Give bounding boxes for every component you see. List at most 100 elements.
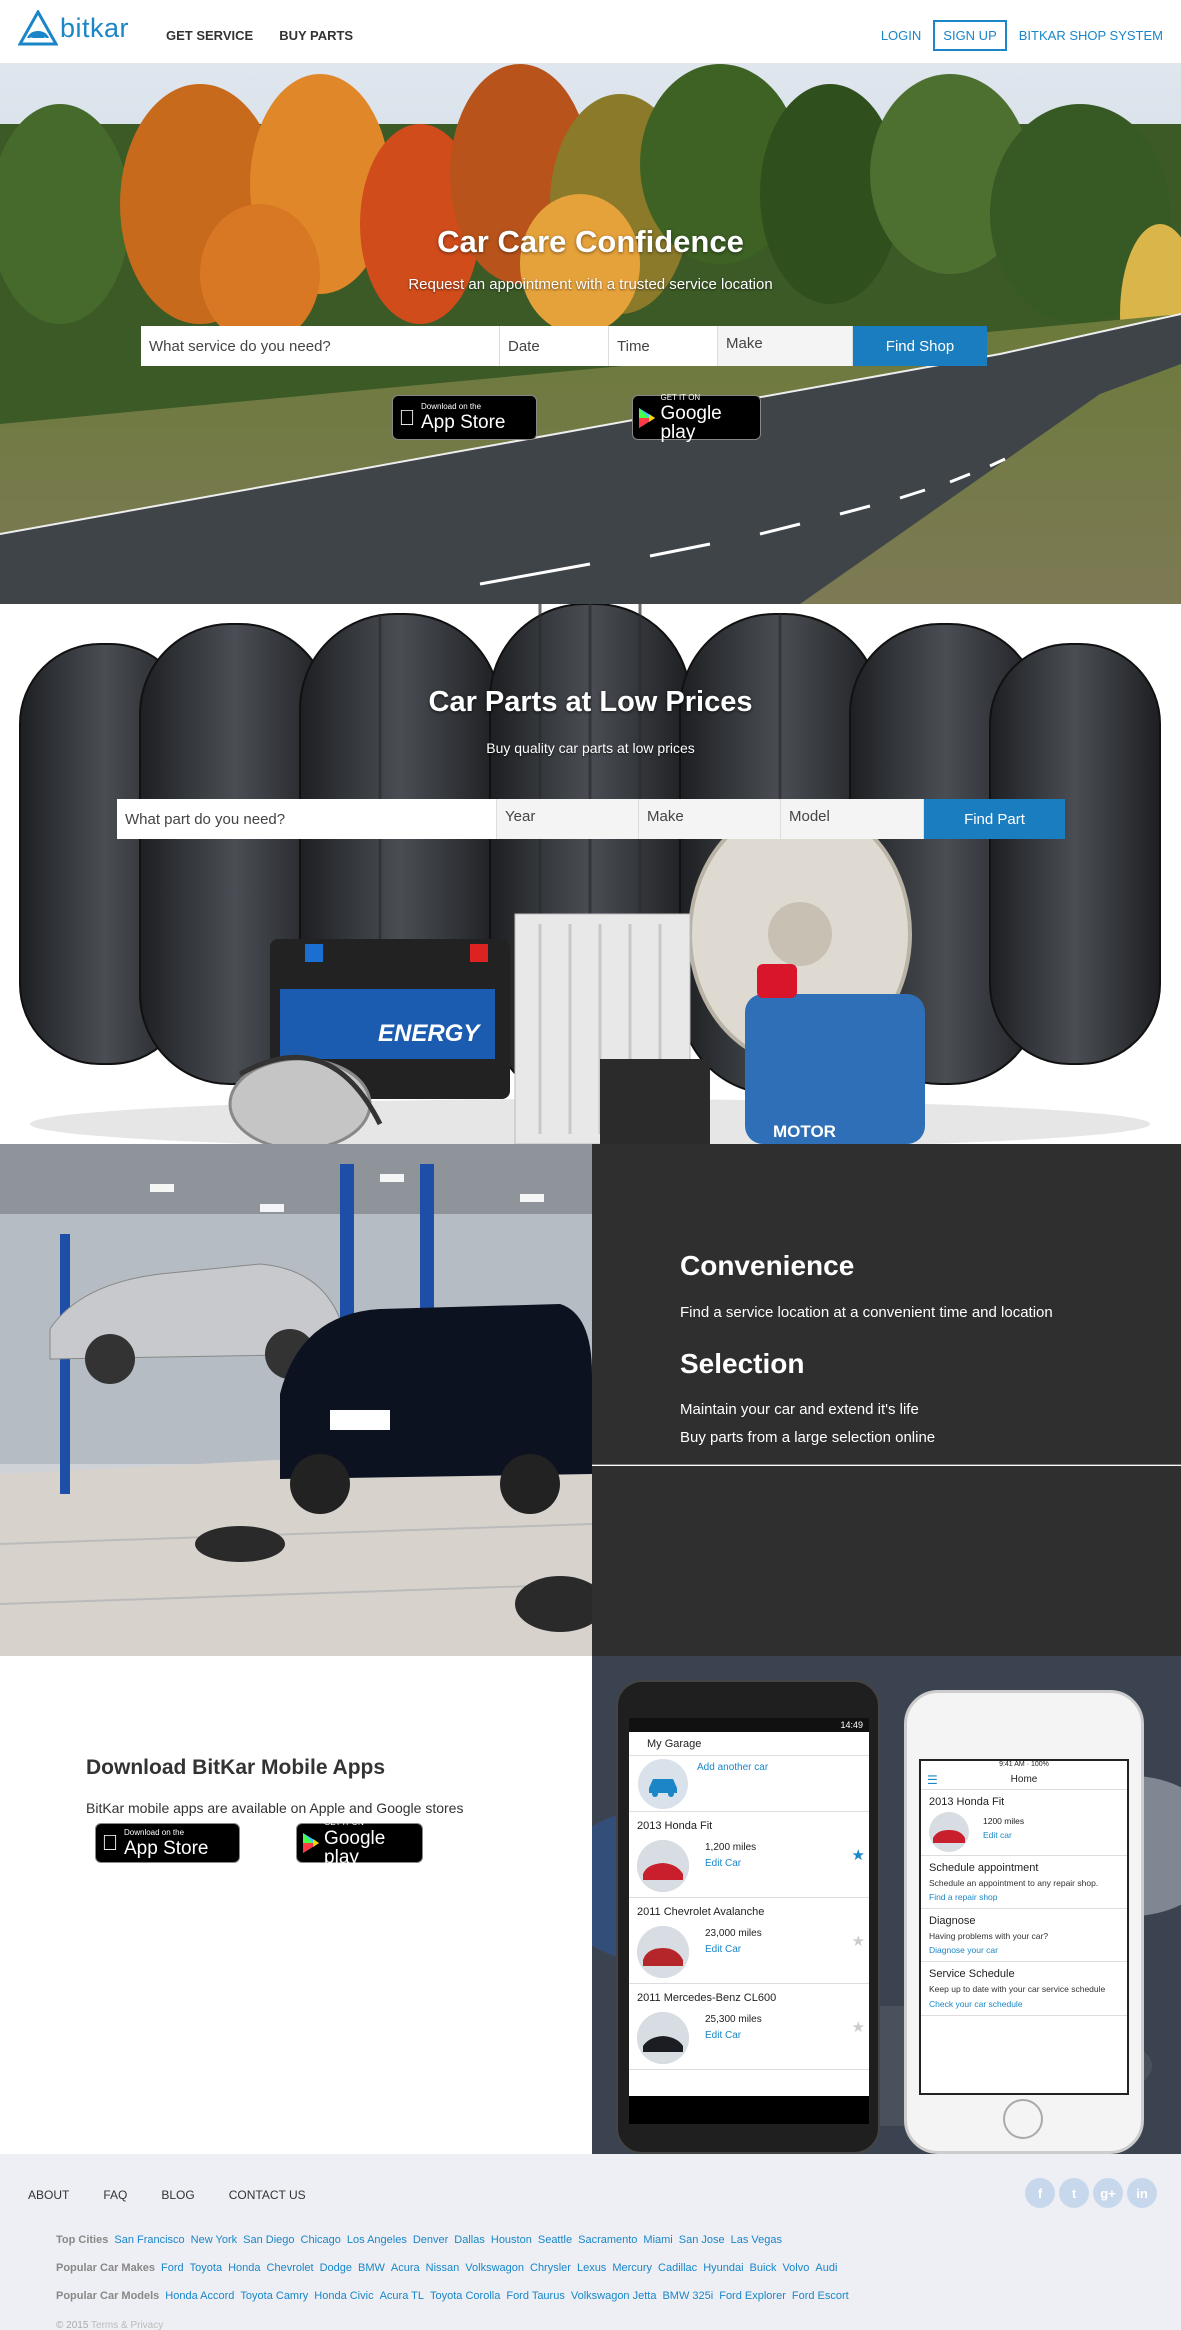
- car-model-link[interactable]: BMW 325i: [662, 2290, 713, 2302]
- car-make-link[interactable]: Volvo: [782, 2262, 809, 2274]
- car-model-link[interactable]: Toyota Corolla: [430, 2290, 500, 2302]
- google-plus-icon[interactable]: g+: [1093, 2178, 1123, 2208]
- app-store-badge-2[interactable]:  Download on theApp Store: [95, 1823, 240, 1863]
- nav-get-service[interactable]: GET SERVICE: [166, 28, 253, 43]
- city-link[interactable]: Las Vegas: [731, 2234, 782, 2246]
- convenience-title: Convenience: [680, 1250, 855, 1281]
- city-link[interactable]: Chicago: [301, 2234, 341, 2246]
- car-makes-row: Popular Car Makes Ford Toyota Honda Chevrol…: [56, 2262, 838, 2274]
- add-car-row[interactable]: Add another car: [629, 1756, 869, 1812]
- star-empty-icon[interactable]: ★: [852, 1932, 865, 1950]
- car-make-link[interactable]: Dodge: [320, 2262, 352, 2274]
- hamburger-menu-icon[interactable]: ☰: [927, 1770, 938, 1790]
- signup-button[interactable]: SIGN UP: [933, 20, 1007, 51]
- footer-about-link[interactable]: ABOUT: [28, 2188, 69, 2202]
- car-make-link[interactable]: BMW: [358, 2262, 385, 2274]
- car-make-link[interactable]: Lexus: [577, 2262, 606, 2274]
- brand-name: bitkar: [60, 12, 130, 43]
- city-link[interactable]: San Jose: [679, 2234, 725, 2246]
- brand-logo[interactable]: bitkar: [18, 10, 129, 46]
- part-input[interactable]: What part do you need?: [117, 799, 497, 839]
- make-select[interactable]: Make: [718, 326, 853, 366]
- car-model-link[interactable]: Toyota Camry: [240, 2290, 308, 2302]
- car-make-link[interactable]: Ford: [161, 2262, 184, 2274]
- terms-link[interactable]: Terms & Privacy: [91, 2320, 163, 2330]
- shop-system-link[interactable]: BITKAR SHOP SYSTEM: [1019, 28, 1163, 43]
- car-make-link[interactable]: Nissan: [426, 2262, 460, 2274]
- parts-hero: ENERGY MOTOR Car Parts at Low Prices Buy…: [0, 604, 1181, 1144]
- car-make-link[interactable]: Acura: [391, 2262, 420, 2274]
- iphone-screen: 9:41 AM · 100% ☰ Home 2013 Honda Fit 120…: [919, 1759, 1129, 2095]
- footer-contact-link[interactable]: CONTACT US: [229, 2188, 306, 2202]
- city-link[interactable]: New York: [191, 2234, 237, 2246]
- car-make-link[interactable]: Hyundai: [703, 2262, 743, 2274]
- footer-blog-link[interactable]: BLOG: [161, 2188, 194, 2202]
- star-empty-icon[interactable]: ★: [852, 2018, 865, 2036]
- current-car-card[interactable]: 2013 Honda Fit 1200 miles Edit car: [921, 1790, 1127, 1856]
- add-car-link[interactable]: Add another car: [697, 1762, 768, 1773]
- find-part-button[interactable]: Find Part: [924, 799, 1065, 839]
- car-model-link[interactable]: Acura TL: [380, 2290, 424, 2302]
- garage-car-row[interactable]: 2011 Chevrolet Avalanche 23,000 miles Ed…: [629, 1898, 869, 1984]
- date-input[interactable]: Date: [500, 326, 609, 366]
- parts-make-select[interactable]: Make: [639, 799, 781, 839]
- city-link[interactable]: San Francisco: [114, 2234, 184, 2246]
- schedule-appointment-card[interactable]: Schedule appointment Schedule an appoint…: [921, 1856, 1127, 1910]
- car-make-link[interactable]: Chevrolet: [267, 2262, 314, 2274]
- time-input[interactable]: Time: [609, 326, 718, 366]
- city-link[interactable]: Los Angeles: [347, 2234, 407, 2246]
- car-models-list: Honda Accord Toyota Camry Honda Civic Acura…: [165, 2290, 848, 2302]
- garage-car-row[interactable]: 2011 Mercedes-Benz CL600 25,300 miles Ed…: [629, 1984, 869, 2070]
- city-link[interactable]: Dallas: [454, 2234, 485, 2246]
- car-placeholder-icon: [638, 1759, 688, 1809]
- car-make-link[interactable]: Chrysler: [530, 2262, 571, 2274]
- car-make-link[interactable]: Audi: [815, 2262, 837, 2274]
- car-make-link[interactable]: Toyota: [190, 2262, 222, 2274]
- city-link[interactable]: Sacramento: [578, 2234, 637, 2246]
- garage-photo: [0, 1144, 592, 1656]
- car-model-link[interactable]: Volkswagon Jetta: [571, 2290, 657, 2302]
- iphone: 9:41 AM · 100% ☰ Home 2013 Honda Fit 120…: [904, 1690, 1144, 2154]
- car-model-link[interactable]: Ford Explorer: [719, 2290, 786, 2302]
- city-link[interactable]: San Diego: [243, 2234, 294, 2246]
- car-make-link[interactable]: Volkswagon: [465, 2262, 524, 2274]
- google-play-badge[interactable]: GET IT ON Google play: [632, 393, 761, 442]
- car-avatar: [637, 1840, 689, 1892]
- car-avatar: [637, 2012, 689, 2064]
- edit-car-link[interactable]: Edit Car: [705, 2030, 741, 2041]
- city-link[interactable]: Denver: [413, 2234, 448, 2246]
- car-avatar: [637, 1926, 689, 1978]
- google-play-badge-2[interactable]: GET IT ON Google play: [296, 1819, 423, 1867]
- car-make-link[interactable]: Honda: [228, 2262, 260, 2274]
- twitter-icon[interactable]: t: [1059, 2178, 1089, 2208]
- footer-faq-link[interactable]: FAQ: [103, 2188, 127, 2202]
- edit-car-link[interactable]: Edit Car: [705, 1944, 741, 1955]
- diagnose-card[interactable]: Diagnose Having problems with your car? …: [921, 1909, 1127, 1963]
- facebook-icon[interactable]: f: [1025, 2178, 1055, 2208]
- car-make-link[interactable]: Mercury: [612, 2262, 652, 2274]
- app-store-badge[interactable]:  Download on theApp Store: [392, 395, 537, 440]
- car-model-link[interactable]: Ford Escort: [792, 2290, 849, 2302]
- service-schedule-card[interactable]: Service Schedule Keep up to date with yo…: [921, 1962, 1127, 2016]
- find-shop-button[interactable]: Find Shop: [853, 326, 987, 366]
- city-link[interactable]: Miami: [643, 2234, 672, 2246]
- selection-line-1: Maintain your car and extend it's life: [680, 1401, 919, 1418]
- year-select[interactable]: Year: [497, 799, 639, 839]
- city-link[interactable]: Seattle: [538, 2234, 572, 2246]
- star-filled-icon[interactable]: ★: [852, 1846, 865, 1864]
- service-input[interactable]: What service do you need?: [141, 326, 500, 366]
- linkedin-icon[interactable]: in: [1127, 2178, 1157, 2208]
- car-model-link[interactable]: Honda Civic: [314, 2290, 373, 2302]
- garage-car-row[interactable]: 2013 Honda Fit 1,200 miles Edit Car ★: [629, 1812, 869, 1898]
- car-model-link[interactable]: Honda Accord: [165, 2290, 234, 2302]
- car-model-link[interactable]: Ford Taurus: [506, 2290, 565, 2302]
- edit-car-link[interactable]: Edit car: [983, 1830, 1012, 1840]
- city-link[interactable]: Houston: [491, 2234, 532, 2246]
- nav-buy-parts[interactable]: BUY PARTS: [279, 28, 353, 43]
- car-make-link[interactable]: Cadillac: [658, 2262, 697, 2274]
- model-select[interactable]: Model: [781, 799, 924, 839]
- car-make-link[interactable]: Buick: [750, 2262, 777, 2274]
- edit-car-link[interactable]: Edit Car: [705, 1858, 741, 1869]
- login-link[interactable]: LOGIN: [881, 28, 921, 43]
- primary-nav: GET SERVICE BUY PARTS: [166, 28, 353, 43]
